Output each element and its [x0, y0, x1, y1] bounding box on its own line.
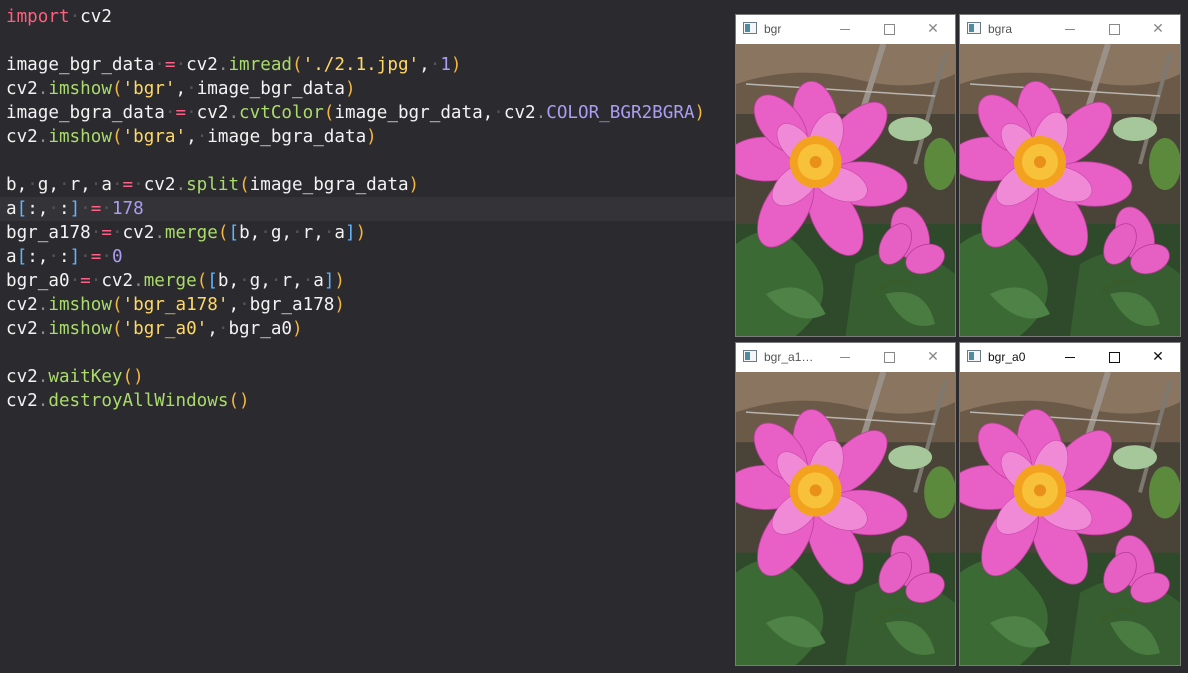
- code-line-1[interactable]: import·cv2: [0, 5, 735, 29]
- code-line-9[interactable]: a[:,·:]·=·178: [0, 197, 735, 221]
- code-line-8[interactable]: b,·g,·r,·a·=·cv2.split(image_bgra_data): [0, 173, 735, 197]
- minimize-icon[interactable]: [823, 15, 867, 44]
- close-icon[interactable]: ✕: [1136, 15, 1180, 44]
- window-title: bgr_a0: [988, 350, 1026, 364]
- window-titlebar[interactable]: bgra ✕: [960, 15, 1180, 44]
- code-line-17[interactable]: cv2.destroyAllWindows(): [0, 389, 735, 413]
- image-window-bgr[interactable]: bgr ✕: [735, 14, 956, 337]
- code-line-11[interactable]: a[:,·:]·=·0: [0, 245, 735, 269]
- maximize-icon[interactable]: [1092, 15, 1136, 44]
- minimize-icon[interactable]: [1048, 343, 1092, 372]
- close-icon[interactable]: ✕: [911, 343, 955, 372]
- flower-image: [960, 372, 1180, 665]
- code-editor[interactable]: import·cv2 image_bgr_data·=·cv2.imread('…: [0, 0, 735, 673]
- code-line-16[interactable]: cv2.waitKey(): [0, 365, 735, 389]
- maximize-icon[interactable]: [867, 343, 911, 372]
- code-line-2[interactable]: [0, 29, 735, 53]
- code-line-13[interactable]: cv2.imshow('bgr_a178',·bgr_a178): [0, 293, 735, 317]
- flower-image: [736, 372, 955, 665]
- code-line-14[interactable]: cv2.imshow('bgr_a0',·bgr_a0): [0, 317, 735, 341]
- app-icon: [743, 350, 757, 362]
- window-title: bgr_a1…: [764, 350, 814, 364]
- app-icon: [967, 22, 981, 34]
- code-line-5[interactable]: image_bgra_data·=·cv2.cvtColor(image_bgr…: [0, 101, 735, 125]
- minimize-icon[interactable]: [1048, 15, 1092, 44]
- app-icon: [967, 350, 981, 362]
- image-window-bgra[interactable]: bgra ✕: [959, 14, 1181, 337]
- app-icon: [743, 22, 757, 34]
- close-icon[interactable]: ✕: [1136, 343, 1180, 372]
- code-line-15[interactable]: [0, 341, 735, 365]
- code-line-12[interactable]: bgr_a0·=·cv2.merge([b,·g,·r,·a]): [0, 269, 735, 293]
- window-titlebar[interactable]: bgr_a0 ✕: [960, 343, 1180, 372]
- maximize-icon[interactable]: [867, 15, 911, 44]
- window-titlebar[interactable]: bgr_a1… ✕: [736, 343, 955, 372]
- code-line-4[interactable]: cv2.imshow('bgr',·image_bgr_data): [0, 77, 735, 101]
- image-window-bgr-a0[interactable]: bgr_a0 ✕: [959, 342, 1181, 666]
- flower-image: [736, 44, 955, 336]
- window-title: bgra: [988, 22, 1013, 36]
- code-line-10[interactable]: bgr_a178·=·cv2.merge([b,·g,·r,·a]): [0, 221, 735, 245]
- minimize-icon[interactable]: [823, 343, 867, 372]
- code-line-6[interactable]: cv2.imshow('bgra',·image_bgra_data): [0, 125, 735, 149]
- close-icon[interactable]: ✕: [911, 15, 955, 44]
- code-line-3[interactable]: image_bgr_data·=·cv2.imread('./2.1.jpg',…: [0, 53, 735, 77]
- code-line-7[interactable]: [0, 149, 735, 173]
- maximize-icon[interactable]: [1092, 343, 1136, 372]
- window-title: bgr: [764, 22, 782, 36]
- image-window-bgr-a178[interactable]: bgr_a1… ✕: [735, 342, 956, 666]
- window-titlebar[interactable]: bgr ✕: [736, 15, 955, 44]
- flower-image: [960, 44, 1180, 336]
